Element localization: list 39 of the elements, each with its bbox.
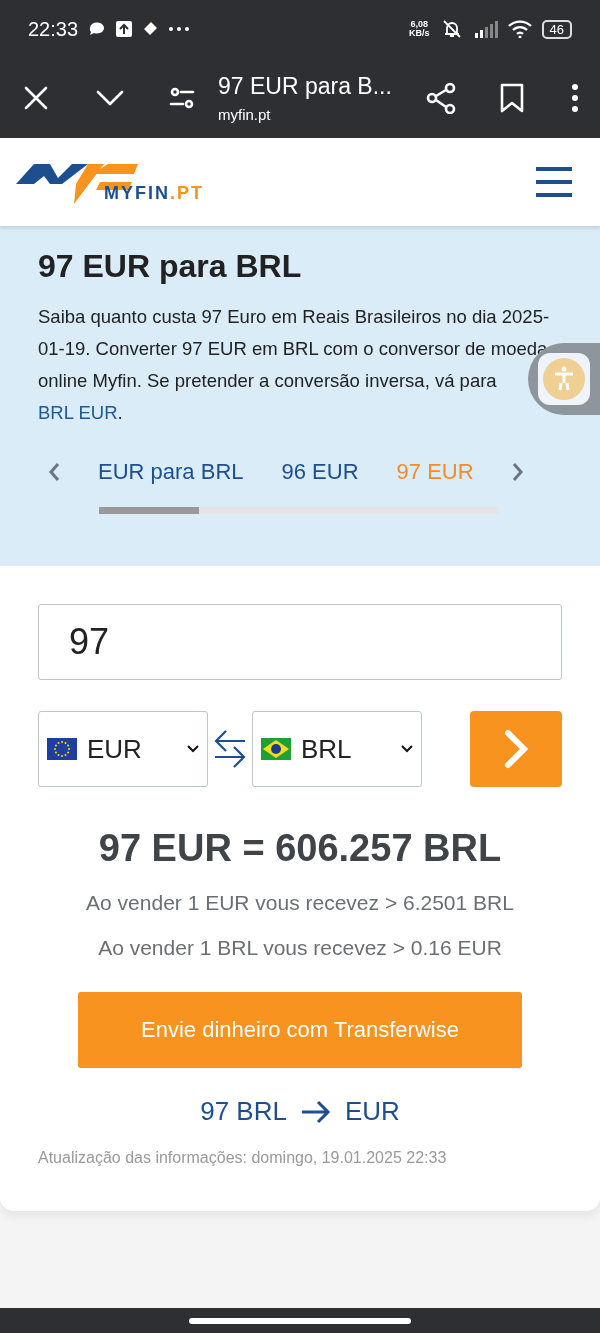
- dropdown-caret-icon: [401, 745, 413, 753]
- dropdown-caret-icon: [187, 745, 199, 753]
- more-dots-icon: [168, 26, 191, 32]
- reverse-conversion-link[interactable]: 97 BRL: [200, 1096, 287, 1127]
- eu-flag-icon: [47, 738, 77, 760]
- currency-select[interactable]: EUR: [38, 711, 208, 787]
- upload-icon: [116, 21, 133, 37]
- chevron-left-icon[interactable]: [48, 462, 60, 482]
- reverse-link[interactable]: BRL EUR: [38, 402, 118, 423]
- amount-field[interactable]: 97: [38, 604, 562, 680]
- tab[interactable]: 96 EUR: [281, 459, 359, 485]
- reverse-conversion-link[interactable]: EUR: [344, 1096, 400, 1127]
- currency-select[interactable]: BRL: [252, 711, 422, 787]
- chevron-right-icon: [503, 729, 529, 769]
- network-speed: 6,08 KB/s: [409, 20, 430, 38]
- accessibility-icon[interactable]: [538, 353, 590, 405]
- menu-icon[interactable]: [536, 166, 572, 198]
- share-icon[interactable]: [426, 82, 458, 114]
- wifi-icon: [507, 20, 532, 38]
- scroll-thumb[interactable]: [99, 507, 199, 514]
- home-indicator[interactable]: [189, 1317, 411, 1324]
- page-title: 97 EUR para B...: [218, 73, 393, 100]
- bookmark-icon[interactable]: [498, 82, 526, 114]
- chevron-right-icon[interactable]: [511, 462, 524, 482]
- exchange-rate-text: Ao vender 1 BRL vous recevez > 0.16 EUR: [97, 936, 503, 960]
- menu-icon[interactable]: [570, 83, 580, 113]
- page-url: myfin.pt: [218, 106, 272, 123]
- battery-indicator: 46: [541, 19, 572, 39]
- exchange-rate-text: Ao vender 1 EUR vous recevez > 6.2501 BRL: [85, 891, 515, 915]
- status-time: 22:33: [28, 17, 79, 41]
- signal-icon: [473, 20, 498, 38]
- brazil-flag-icon: [261, 738, 291, 760]
- tab[interactable]: EUR para BRL: [98, 459, 244, 485]
- site-logo[interactable]: MYFIN.PT: [16, 156, 208, 208]
- update-timestamp: Atualização das informações: domingo, 19.01.2025 22:33: [38, 1149, 448, 1167]
- arrow-right-icon: [300, 1099, 331, 1124]
- chat-icon: [88, 21, 107, 37]
- conversion-result: 97 EUR = 606.257 BRL: [97, 827, 503, 870]
- page-heading: 97 EUR para BRL: [38, 248, 303, 285]
